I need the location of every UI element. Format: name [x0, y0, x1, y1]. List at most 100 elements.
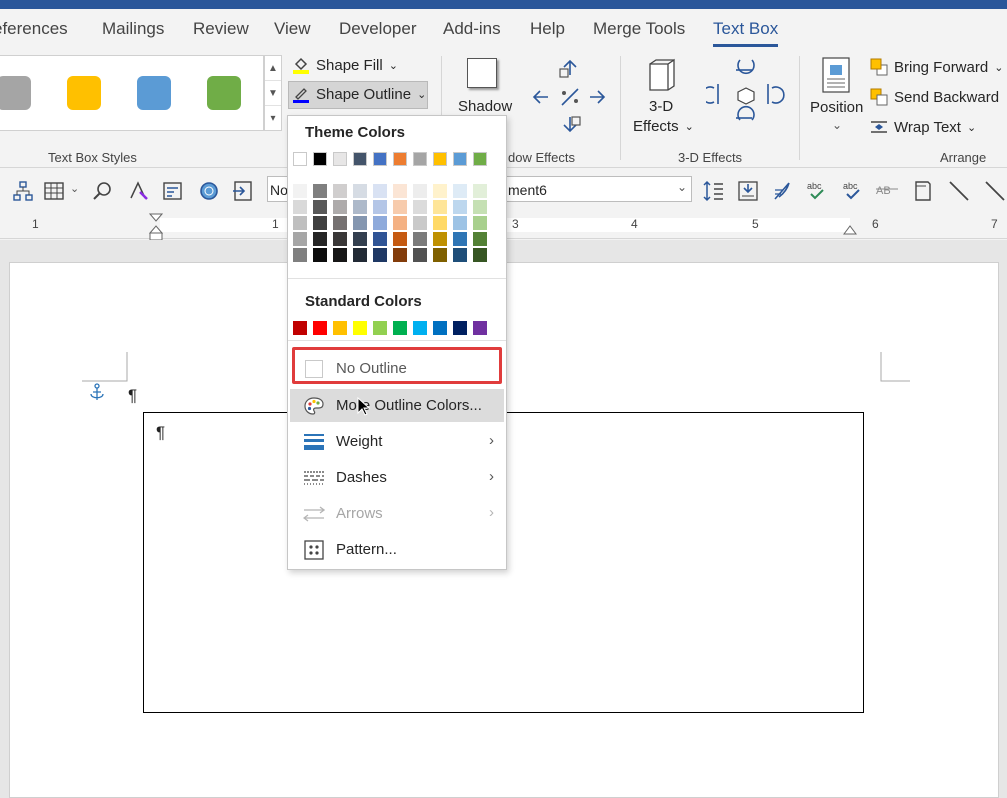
theme-color-swatch[interactable]: [353, 152, 367, 166]
theme-shade-swatch[interactable]: [353, 232, 367, 246]
theme-shade-swatch[interactable]: [453, 248, 467, 262]
theme-color-swatch[interactable]: [453, 152, 467, 166]
search-icon[interactable]: [92, 180, 114, 202]
theme-color-swatch[interactable]: [433, 152, 447, 166]
shadow-label[interactable]: Shadow: [458, 98, 512, 115]
theme-shade-swatch[interactable]: [413, 248, 427, 262]
quill-icon[interactable]: [771, 180, 793, 202]
dashes-item[interactable]: Dashes ›: [290, 461, 504, 494]
position-label[interactable]: Position: [810, 99, 863, 116]
theme-shade-swatch[interactable]: [413, 200, 427, 214]
tab-help[interactable]: Help: [530, 19, 565, 39]
standard-color-swatch[interactable]: [433, 321, 447, 335]
style-swatch-green[interactable]: [207, 76, 241, 110]
line-icon-2[interactable]: [984, 180, 1006, 202]
line-icon[interactable]: [948, 180, 970, 202]
standard-color-swatch[interactable]: [353, 321, 367, 335]
theme-shade-swatch[interactable]: [293, 184, 307, 198]
position-icon[interactable]: [822, 57, 850, 93]
spelling-icon[interactable]: abc: [806, 180, 828, 202]
table-icon[interactable]: [44, 180, 66, 202]
tab-view[interactable]: View: [274, 19, 311, 39]
tab-add-ins[interactable]: Add-ins: [443, 19, 501, 39]
theme-shade-swatch[interactable]: [333, 184, 347, 198]
theme-shade-swatch[interactable]: [293, 200, 307, 214]
gallery-up-icon[interactable]: ▲: [265, 56, 281, 81]
theme-shade-swatch[interactable]: [293, 232, 307, 246]
standard-color-swatch[interactable]: [413, 321, 427, 335]
theme-shade-swatch[interactable]: [373, 232, 387, 246]
theme-shade-swatch[interactable]: [353, 184, 367, 198]
theme-color-swatch[interactable]: [293, 152, 307, 166]
theme-shade-swatch[interactable]: [433, 232, 447, 246]
theme-shade-swatch[interactable]: [313, 200, 327, 214]
theme-shade-swatch[interactable]: [453, 216, 467, 230]
standard-color-swatch[interactable]: [333, 321, 347, 335]
theme-shade-swatch[interactable]: [473, 232, 487, 246]
spelling-grammar-icon[interactable]: abc: [842, 180, 864, 202]
gallery-down-icon[interactable]: ▼: [265, 81, 281, 106]
chevron-down-icon[interactable]: ⌄: [832, 118, 842, 132]
style-swatch-gray[interactable]: [0, 76, 31, 110]
send-backward-button[interactable]: Send Backward: [870, 88, 999, 106]
right-indent-marker[interactable]: [843, 224, 857, 236]
theme-shade-swatch[interactable]: [413, 184, 427, 198]
theme-shade-swatch[interactable]: [433, 200, 447, 214]
theme-shade-swatch[interactable]: [413, 216, 427, 230]
theme-shade-swatch[interactable]: [453, 232, 467, 246]
theme-shade-swatch[interactable]: [353, 200, 367, 214]
text-direction-icon[interactable]: [703, 180, 725, 202]
three-d-cube-icon[interactable]: [646, 58, 678, 94]
bring-forward-button[interactable]: Bring Forward ⌄: [870, 58, 1003, 76]
theme-shade-swatch[interactable]: [353, 216, 367, 230]
theme-shade-swatch[interactable]: [333, 232, 347, 246]
standard-color-swatch[interactable]: [473, 321, 487, 335]
org-chart-icon[interactable]: [12, 180, 34, 202]
align-text-icon[interactable]: [737, 180, 759, 202]
theme-shade-swatch[interactable]: [313, 248, 327, 262]
theme-shade-swatch[interactable]: [293, 216, 307, 230]
theme-shade-swatch[interactable]: [473, 248, 487, 262]
theme-shade-swatch[interactable]: [473, 216, 487, 230]
theme-shade-swatch[interactable]: [313, 216, 327, 230]
theme-shade-swatch[interactable]: [473, 200, 487, 214]
theme-shade-swatch[interactable]: [313, 184, 327, 198]
style-name-box[interactable]: ment6 ⌄: [505, 176, 692, 202]
three-d-tilt-icons[interactable]: [706, 56, 786, 136]
theme-shade-swatch[interactable]: [433, 216, 447, 230]
gallery-more-icon[interactable]: ▾: [265, 106, 281, 131]
theme-shade-swatch[interactable]: [313, 232, 327, 246]
tab-mailings[interactable]: Mailings: [102, 19, 164, 39]
theme-shade-swatch[interactable]: [433, 184, 447, 198]
theme-shade-swatch[interactable]: [293, 248, 307, 262]
three-d-effects-button[interactable]: Effects ⌄: [633, 118, 694, 135]
theme-shade-swatch[interactable]: [373, 248, 387, 262]
wrap-text-button[interactable]: Wrap Text ⌄: [870, 118, 976, 136]
tab-references[interactable]: eferences: [0, 19, 68, 39]
theme-color-swatch[interactable]: [393, 152, 407, 166]
theme-shade-swatch[interactable]: [353, 248, 367, 262]
theme-shade-swatch[interactable]: [473, 184, 487, 198]
theme-shade-swatch[interactable]: [433, 248, 447, 262]
tab-text-box[interactable]: Text Box: [713, 19, 778, 39]
pattern-item[interactable]: Pattern...: [290, 533, 504, 566]
theme-color-swatch[interactable]: [373, 152, 387, 166]
shape-fill-button[interactable]: Shape Fill ⌄: [292, 56, 398, 74]
standard-color-swatch[interactable]: [293, 321, 307, 335]
tab-merge-tools[interactable]: Merge Tools: [593, 19, 685, 39]
theme-shade-swatch[interactable]: [373, 216, 387, 230]
form-icon[interactable]: [162, 180, 184, 202]
standard-color-swatch[interactable]: [453, 321, 467, 335]
theme-color-swatch[interactable]: [313, 152, 327, 166]
chevron-down-icon[interactable]: ⌄: [70, 182, 79, 195]
standard-color-swatch[interactable]: [313, 321, 327, 335]
theme-shade-swatch[interactable]: [393, 216, 407, 230]
theme-shade-swatch[interactable]: [413, 232, 427, 246]
tab-developer[interactable]: Developer: [339, 19, 417, 39]
theme-shade-swatch[interactable]: [453, 200, 467, 214]
tab-review[interactable]: Review: [193, 19, 249, 39]
hidden-text-icon[interactable]: AB: [876, 180, 898, 202]
more-outline-colors-item[interactable]: More Outline Colors...: [290, 389, 504, 422]
format-painter-icon[interactable]: [128, 180, 150, 202]
shadow-icon[interactable]: [467, 58, 497, 88]
